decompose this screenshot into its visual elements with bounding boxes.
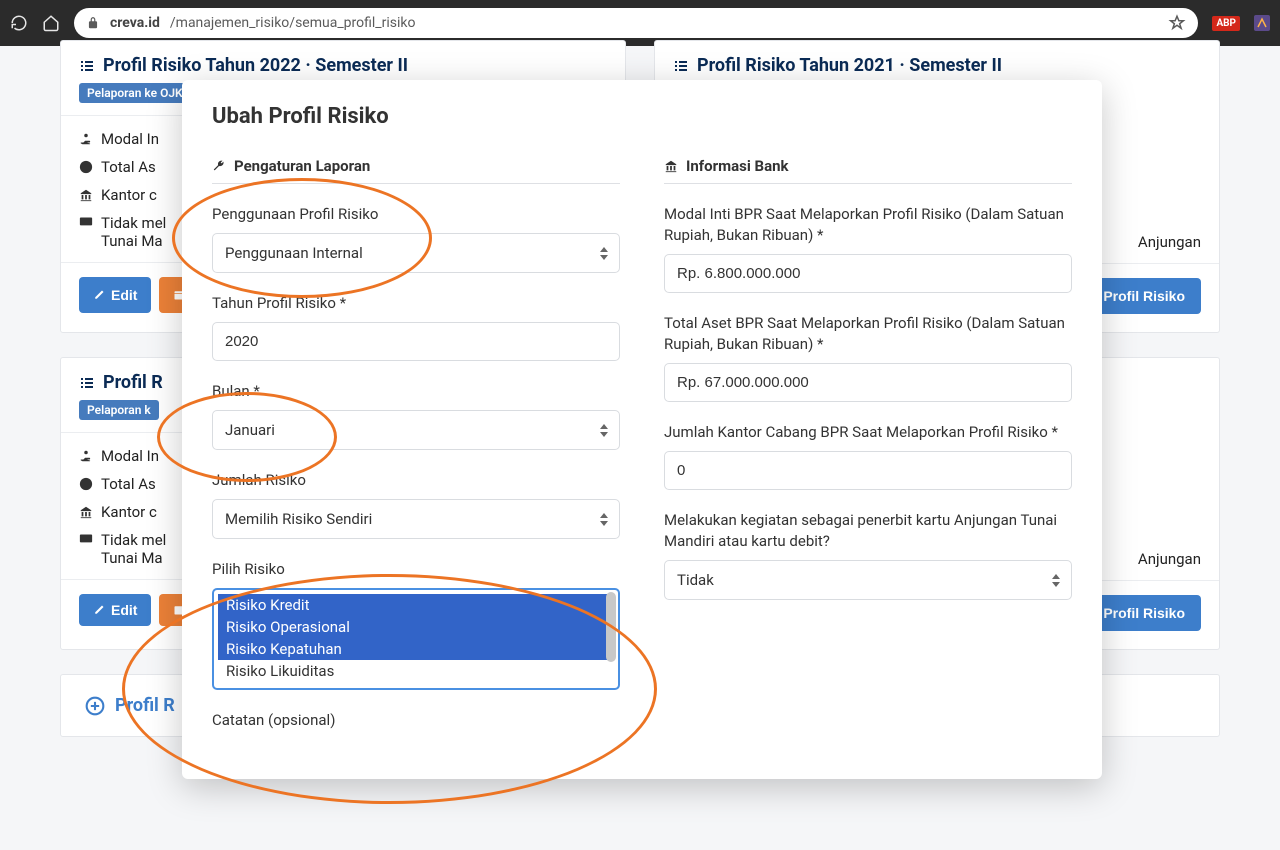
bank-icon <box>79 188 93 202</box>
multiselect-scrollbar[interactable] <box>606 592 616 662</box>
plus-circle-icon <box>85 696 105 716</box>
report-settings-col: Pengaturan Laporan Penggunaan Profil Ris… <box>212 157 620 739</box>
modal-title: Ubah Profil Risiko <box>212 104 1072 129</box>
bank-info-col: Informasi Bank Modal Inti BPR Saat Melap… <box>664 157 1072 739</box>
total-aset-input[interactable] <box>664 363 1072 402</box>
card-title: Profil Risiko Tahun 2022 · Semester II <box>79 55 607 76</box>
ojk-badge: Pelaporan k <box>79 400 159 420</box>
penggunaan-select[interactable]: Penggunaan Internal <box>212 233 620 273</box>
url-path: /manajemen_risiko/semua_profil_risiko <box>170 15 416 31</box>
bank-icon <box>79 505 93 519</box>
info-icon <box>79 160 93 174</box>
tahun-input[interactable] <box>212 322 620 361</box>
info-icon <box>79 477 93 491</box>
reload-icon[interactable] <box>10 14 28 32</box>
section-bank-info: Informasi Bank <box>664 157 1072 184</box>
section-report-settings: Pengaturan Laporan <box>212 157 620 184</box>
total-aset-label: Total Aset BPR Saat Melaporkan Profil Ri… <box>664 313 1072 355</box>
card-icon <box>79 531 93 545</box>
atm-select[interactable]: Tidak <box>664 560 1072 600</box>
card-title: Profil Risiko Tahun 2021 · Semester II <box>673 55 1201 76</box>
extension-icon[interactable] <box>1254 15 1270 31</box>
url-host: creva.id <box>110 15 160 31</box>
lock-icon <box>86 16 100 30</box>
hand-coin-icon <box>79 449 93 463</box>
cabang-input[interactable] <box>664 451 1072 490</box>
bulan-label: Bulan * <box>212 381 620 402</box>
list-icon <box>79 58 95 74</box>
penggunaan-label: Penggunaan Profil Risiko <box>212 204 620 225</box>
pencil-icon <box>93 604 105 616</box>
profil-risiko-button[interactable]: Profil Risiko <box>1087 595 1201 631</box>
abp-extension-icon[interactable]: ABP <box>1212 16 1240 31</box>
star-icon[interactable] <box>1168 14 1186 32</box>
profil-risiko-button[interactable]: Profil Risiko <box>1087 278 1201 314</box>
catatan-label: Catatan (opsional) <box>212 710 620 731</box>
list-icon <box>79 375 95 391</box>
atm-label: Melakukan kegiatan sebagai penerbit kart… <box>664 510 1072 552</box>
card-icon <box>79 214 93 228</box>
option-risiko-operasional[interactable]: Risiko Operasional <box>218 616 614 638</box>
ojk-badge: Pelaporan ke OJK <box>79 83 191 103</box>
add-profile-label: Profil R <box>115 695 175 716</box>
edit-risk-profile-modal: Ubah Profil Risiko Pengaturan Laporan Pe… <box>182 80 1102 779</box>
pilih-risiko-multiselect[interactable]: Risiko Kredit Risiko Operasional Risiko … <box>212 588 620 690</box>
edit-button[interactable]: Edit <box>79 277 151 313</box>
hand-coin-icon <box>79 132 93 146</box>
modal-inti-label: Modal Inti BPR Saat Melaporkan Profil Ri… <box>664 204 1072 246</box>
jumlah-select[interactable]: Memilih Risiko Sendiri <box>212 499 620 539</box>
address-bar[interactable]: creva.id/manajemen_risiko/semua_profil_r… <box>74 8 1198 38</box>
bank-icon <box>664 159 678 173</box>
pilih-risiko-label: Pilih Risiko <box>212 559 620 580</box>
modal-inti-input[interactable] <box>664 254 1072 293</box>
jumlah-label: Jumlah Risiko <box>212 470 620 491</box>
option-risiko-kredit[interactable]: Risiko Kredit <box>218 594 614 616</box>
home-icon[interactable] <box>42 14 60 32</box>
pencil-icon <box>93 289 105 301</box>
edit-button[interactable]: Edit <box>79 594 151 626</box>
option-risiko-kepatuhan[interactable]: Risiko Kepatuhan <box>218 638 614 660</box>
option-risiko-likuiditas[interactable]: Risiko Likuiditas <box>218 660 614 682</box>
wrench-icon <box>212 159 226 173</box>
cabang-label: Jumlah Kantor Cabang BPR Saat Melaporkan… <box>664 422 1072 443</box>
list-icon <box>673 58 689 74</box>
bulan-select[interactable]: Januari <box>212 410 620 450</box>
tahun-label: Tahun Profil Risiko * <box>212 293 620 314</box>
